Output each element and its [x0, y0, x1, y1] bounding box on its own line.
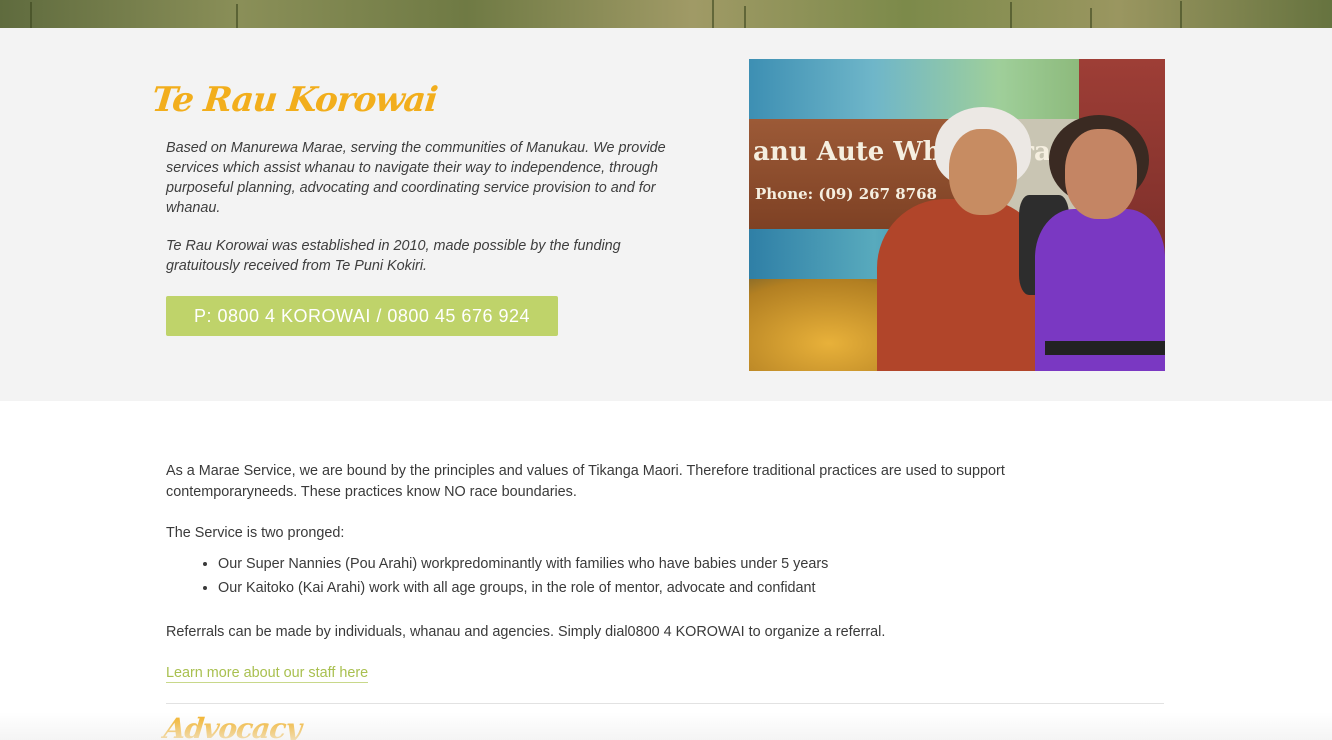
hero-title: Te Rau Korowai: [149, 80, 439, 120]
list-item: Our Super Nannies (Pou Arahi) workpredom…: [218, 552, 1166, 576]
phone-button[interactable]: P: 0800 4 KOROWAI / 0800 45 676 924: [166, 296, 558, 336]
header-grass-banner: [0, 0, 1332, 28]
hero-photo: anu Aute Whare Ora Phone: (09) 267 8768: [749, 59, 1165, 371]
referrals-text: Referrals can be made by individuals, wh…: [166, 624, 886, 640]
advocacy-heading: Advocacy: [162, 712, 303, 740]
hero-section: Te Rau Korowai Based on Manurewa Marae, …: [0, 28, 1332, 401]
service-label: The Service is two pronged:: [166, 525, 345, 541]
list-item: Our Kaitoko (Kai Arahi) work with all ag…: [218, 576, 1166, 600]
hero-paragraph: Te Rau Korowai was established in 2010, …: [166, 238, 621, 274]
service-list: Our Super Nannies (Pou Arahi) workpredom…: [218, 552, 1166, 600]
section-divider: [166, 703, 1164, 704]
learn-more-staff-link[interactable]: Learn more about our staff here: [166, 665, 369, 683]
hero-description: Based on Manurewa Marae, serving the com…: [166, 138, 686, 276]
main-content: As a Marae Service, we are bound by the …: [166, 461, 1166, 643]
hero-paragraph: Based on Manurewa Marae, serving the com…: [166, 140, 666, 216]
intro-text: As a Marae Service, we are bound by the …: [166, 463, 1005, 500]
photo-sign-phone: Phone: (09) 267 8768: [755, 185, 937, 203]
